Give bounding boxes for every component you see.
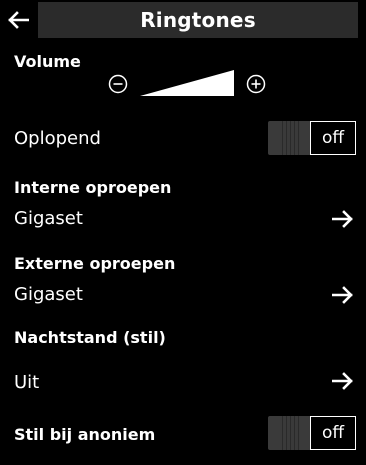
toggle-knob [268, 416, 312, 450]
interne-oproepen-heading: Interne oproepen [14, 178, 172, 197]
arrow-right-icon[interactable] [332, 372, 354, 390]
externe-oproepen-value[interactable]: Gigaset [14, 284, 83, 305]
stil-bij-anoniem-toggle[interactable]: off [268, 416, 356, 450]
back-button[interactable] [0, 0, 36, 40]
toggle-state: off [310, 121, 356, 155]
oplopend-label: Oplopend [14, 128, 101, 149]
title-bar: Ringtones [38, 2, 358, 38]
interne-oproepen-value[interactable]: Gigaset [14, 208, 83, 229]
volume-label: Volume [14, 52, 81, 71]
circle-plus-icon[interactable] [246, 74, 266, 94]
toggle-knob [268, 121, 312, 155]
arrow-left-icon [8, 11, 29, 29]
oplopend-toggle[interactable]: off [268, 121, 356, 155]
toggle-state: off [310, 416, 356, 450]
arrow-right-icon[interactable] [332, 286, 354, 304]
page-title: Ringtones [140, 8, 256, 32]
nachtstand-value[interactable]: Uit [14, 372, 39, 393]
externe-oproepen-heading: Externe oproepen [14, 254, 176, 273]
nachtstand-heading: Nachtstand (stil) [14, 328, 166, 347]
volume-slider[interactable] [140, 70, 234, 96]
stil-bij-anoniem-label: Stil bij anoniem [14, 425, 156, 444]
header-bar: Ringtones [0, 0, 366, 40]
circle-minus-icon[interactable] [108, 74, 128, 94]
arrow-right-icon[interactable] [332, 210, 354, 228]
